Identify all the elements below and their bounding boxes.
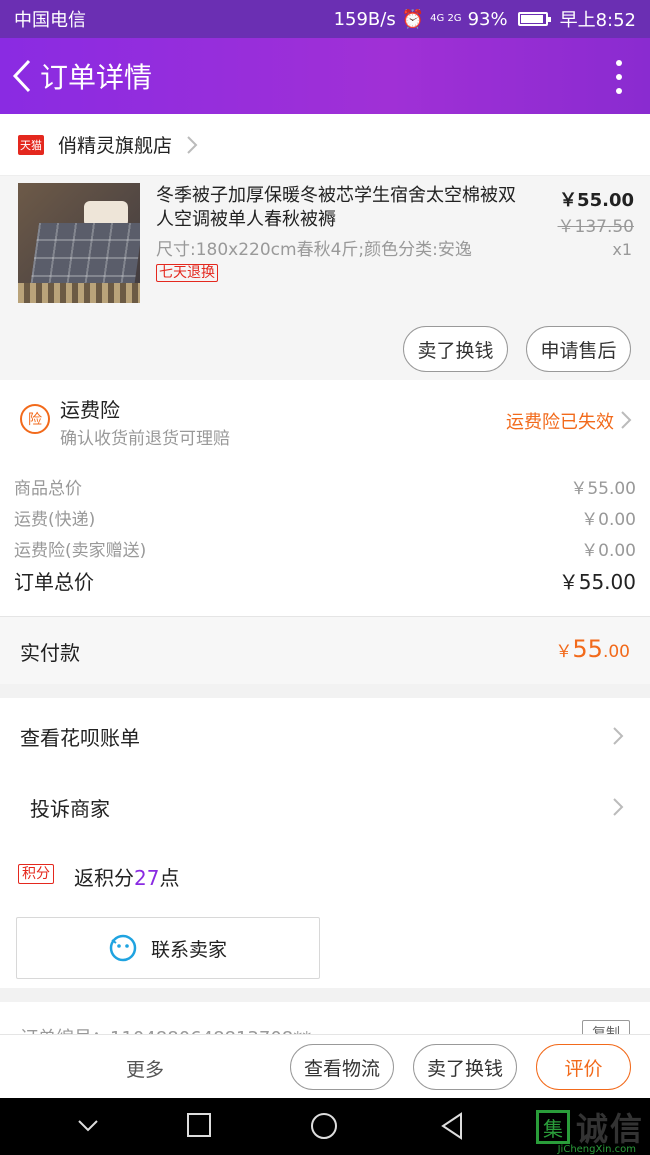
huabei-bill-link[interactable]: 查看花呗账单 xyxy=(0,706,650,766)
order-total-value: ￥55.00 xyxy=(558,570,636,594)
nav-home-icon[interactable] xyxy=(310,1112,338,1140)
watermark-sub: JiChengXin.com xyxy=(557,1144,636,1155)
shipping-insurance-row[interactable]: 险 运费险 确认收货前退货可理赔 运费险已失效 xyxy=(0,380,650,462)
chat-face-icon xyxy=(109,934,137,962)
chevron-left-icon xyxy=(12,59,31,93)
insurance-title: 运费险 xyxy=(60,398,120,422)
chevron-right-icon xyxy=(613,727,624,745)
review-button[interactable]: 评价 xyxy=(536,1044,631,1090)
summary-value: ￥55.00 xyxy=(570,479,636,499)
network-speed: 159B/s xyxy=(333,8,396,30)
contact-seller-label: 联系卖家 xyxy=(150,939,227,961)
chevron-right-icon xyxy=(621,411,632,429)
contact-seller-button[interactable]: 联系卖家 xyxy=(16,917,320,979)
summary-value: ￥0.00 xyxy=(581,541,636,561)
battery-icon xyxy=(517,12,551,26)
order-number-row: 订单编号：1104880648813708** 复制 xyxy=(0,1002,650,1036)
signal-icon: 4G 2G xyxy=(430,13,462,24)
actual-payment-value: ￥55.00 xyxy=(555,635,630,663)
watermark-logo: 集 诚信 JiChengXin.com xyxy=(535,1104,644,1155)
summary-row: 商品总价 ￥55.00 xyxy=(14,474,636,499)
summary-label: 运费(快递) xyxy=(14,510,96,530)
points-reward: 返积分27点 xyxy=(74,866,180,890)
summary-row: 运费(快递) ￥0.00 xyxy=(14,505,636,530)
bottom-action-bar: 更多 查看物流 卖了换钱 评价 xyxy=(0,1034,650,1098)
insurance-status: 运费险已失效 xyxy=(506,412,614,433)
chevron-right-icon xyxy=(613,798,624,816)
actual-payment-label: 实付款 xyxy=(20,641,80,665)
alarm-icon: ⏰ xyxy=(401,8,425,30)
actual-payment-row: 实付款 ￥55.00 xyxy=(0,616,650,684)
tmall-badge: 天猫 xyxy=(18,134,44,155)
complain-seller-link[interactable]: 投诉商家 xyxy=(0,777,650,837)
nav-recent-icon[interactable] xyxy=(186,1112,212,1138)
shop-name: 俏精灵旗舰店 xyxy=(58,135,173,157)
product-quantity: x1 xyxy=(612,240,632,259)
title-bar: 订单详情 xyxy=(0,38,650,114)
product-original-price: ￥137.50 xyxy=(557,217,634,237)
more-button[interactable]: 更多 xyxy=(126,1055,164,1082)
shop-row[interactable]: 天猫 俏精灵旗舰店 xyxy=(0,114,650,176)
clock: 早上8:52 xyxy=(559,10,636,31)
chevron-right-icon xyxy=(187,135,198,154)
nav-down-icon[interactable] xyxy=(76,1116,100,1136)
order-total-label: 订单总价 xyxy=(14,570,94,594)
back-button[interactable] xyxy=(4,38,40,114)
page-title: 订单详情 xyxy=(40,61,153,94)
summary-value: ￥0.00 xyxy=(581,510,636,530)
status-right: 159B/s ⏰ 4G 2G 93% 早上8:52 xyxy=(334,6,636,32)
product-title[interactable]: 冬季被子加厚保暖冬被芯学生宿舍太空棉被双人空调被单人春秋被褥 xyxy=(156,184,516,232)
huabei-bill-label: 查看花呗账单 xyxy=(20,726,140,750)
sell-for-cash-button[interactable]: 卖了换钱 xyxy=(403,326,508,372)
return-policy-tag: 七天退换 xyxy=(156,264,218,282)
product-spec: 尺寸:180x220cm春秋4斤;颜色分类:安逸 xyxy=(156,240,472,260)
order-links: 查看花呗账单 投诉商家 积分 返积分27点 联系卖家 xyxy=(0,698,650,988)
watermark-mark: 集 xyxy=(535,1110,570,1144)
points-badge: 积分 xyxy=(18,864,54,884)
view-logistics-button[interactable]: 查看物流 xyxy=(290,1044,394,1090)
insurance-icon: 险 xyxy=(20,404,50,434)
carrier-label: 中国电信 xyxy=(14,10,86,31)
battery-percent: 93% xyxy=(467,8,508,30)
summary-label: 商品总价 xyxy=(14,479,82,499)
price-summary: 商品总价 ￥55.00 运费(快递) ￥0.00 运费险(卖家赠送) ￥0.00… xyxy=(0,462,650,616)
nav-back-icon[interactable] xyxy=(440,1112,464,1140)
summary-row: 运费险(卖家赠送) ￥0.00 xyxy=(14,536,636,561)
insurance-subtitle: 确认收货前退货可理赔 xyxy=(60,429,230,449)
order-total-row: 订单总价 ￥55.00 xyxy=(14,566,636,595)
summary-label: 运费险(卖家赠送) xyxy=(14,541,147,561)
after-sales-button[interactable]: 申请售后 xyxy=(526,326,631,372)
status-bar: 中国电信 159B/s ⏰ 4G 2G 93% 早上8:52 xyxy=(0,0,650,38)
complain-seller-label: 投诉商家 xyxy=(30,797,110,821)
product-thumbnail[interactable] xyxy=(18,183,140,303)
sell-for-cash-button[interactable]: 卖了换钱 xyxy=(413,1044,517,1090)
more-vertical-icon[interactable] xyxy=(614,60,624,94)
product-price: ￥55.00 xyxy=(559,190,634,211)
